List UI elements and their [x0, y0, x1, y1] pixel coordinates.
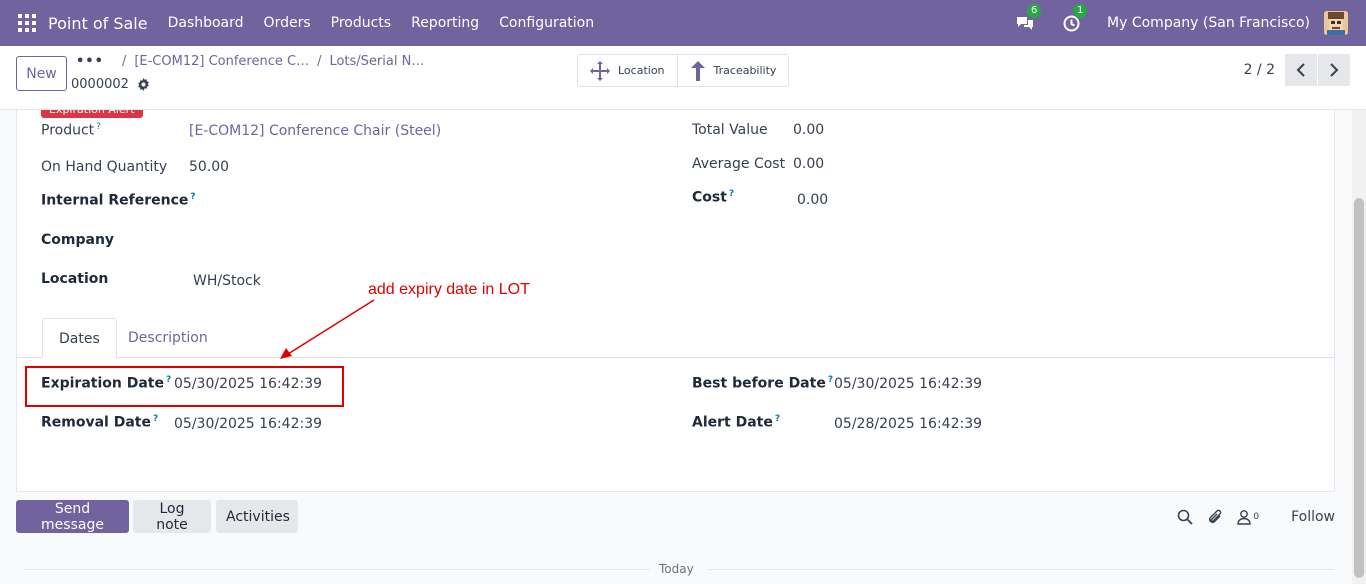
best-before-date-value[interactable]: 05/30/2025 16:42:39 [834, 376, 982, 392]
gear-icon[interactable] [137, 78, 150, 91]
arrows-move-icon [590, 60, 610, 81]
chevron-right-icon [1330, 63, 1339, 77]
alert-date-value[interactable]: 05/28/2025 16:42:39 [834, 416, 982, 432]
new-button[interactable]: New [16, 56, 67, 91]
location-value[interactable]: WH/Stock [193, 273, 261, 289]
product-value[interactable]: [E-COM12] Conference Chair (Steel) [189, 123, 441, 139]
company-switcher[interactable]: My Company (San Francisco) [1107, 15, 1310, 31]
pager-next-button[interactable] [1318, 54, 1350, 86]
apps-menu-icon[interactable] [18, 14, 36, 32]
help-icon[interactable]: ? [828, 375, 833, 385]
chatter-bar: Send message Log note Activities 0 Follo… [16, 500, 1335, 533]
send-message-button[interactable]: Send message [16, 500, 129, 533]
expiration-alert-ribbon: Expiration Alert [41, 110, 143, 118]
user-avatar[interactable] [1324, 11, 1348, 35]
record-title: 0000002 [71, 77, 150, 92]
total-value-label: Total Value [692, 122, 768, 138]
search-icon[interactable] [1177, 509, 1193, 525]
traceability-label: Traceability [713, 64, 777, 77]
alert-date-label: Alert Date? [692, 414, 781, 431]
average-cost-label: Average Cost [692, 156, 786, 172]
app-title[interactable]: Point of Sale [48, 14, 148, 33]
best-before-date-label: Best before Date? [692, 375, 834, 392]
breadcrumb-separator: / [121, 54, 127, 69]
location-label: Location [41, 271, 109, 287]
chatter-tools: 0 Follow [1177, 500, 1335, 533]
help-icon[interactable]: ? [96, 122, 101, 132]
annotation-arrow-icon [280, 299, 375, 359]
avatar-icon [1324, 11, 1348, 35]
followers-count: 0 [1253, 511, 1260, 522]
location-smart-button[interactable]: Location [578, 55, 677, 86]
on-hand-label: On Hand Quantity [41, 159, 168, 175]
help-icon[interactable]: ? [190, 192, 195, 202]
page-scrollbar[interactable] [1352, 110, 1366, 584]
location-label: Location [618, 64, 665, 77]
tab-description[interactable]: Description [112, 318, 224, 358]
average-cost-value: 0.00 [793, 156, 825, 172]
menu-orders[interactable]: Orders [264, 15, 311, 31]
form-sheet: Expiration Alert Product? [E-COM12] Conf… [16, 110, 1335, 492]
cost-label: Cost? [692, 189, 735, 206]
messages-button[interactable]: 6 [1015, 4, 1042, 33]
cost-value[interactable]: 0.00 [797, 192, 828, 208]
chevron-left-icon [1296, 63, 1305, 77]
help-icon[interactable]: ? [153, 414, 158, 424]
control-panel: New ••• / [E-COM12] Conference C… / Lots… [0, 46, 1366, 110]
arrow-up-icon [690, 60, 705, 81]
breadcrumb-lots-link[interactable]: Lots/Serial N… [329, 54, 424, 69]
help-icon[interactable]: ? [729, 189, 734, 199]
pager-previous-button[interactable] [1285, 54, 1317, 86]
activities-button[interactable]: 1 [1061, 4, 1088, 33]
top-navbar: Point of Sale Dashboard Orders Products … [0, 0, 1366, 46]
today-divider: Today [24, 560, 1334, 580]
traceability-smart-button[interactable]: Traceability [676, 55, 789, 86]
scrollbar-thumb[interactable] [1354, 198, 1364, 578]
menu-configuration[interactable]: Configuration [499, 15, 594, 31]
help-icon[interactable]: ? [775, 414, 780, 424]
notebook-tabs: Dates Description [17, 318, 1334, 358]
messages-badge: 6 [1027, 4, 1042, 18]
activities-badge: 1 [1073, 4, 1088, 18]
log-note-button[interactable]: Log note [133, 500, 211, 533]
pager: 2 / 2 [1244, 54, 1350, 86]
company-label: Company [41, 232, 115, 248]
activities-button[interactable]: Activities [216, 500, 298, 533]
menu-reporting[interactable]: Reporting [411, 15, 479, 31]
breadcrumb-separator: / [317, 54, 322, 69]
removal-date-value[interactable]: 05/30/2025 16:42:39 [174, 416, 322, 432]
divider-line [24, 569, 650, 570]
followers-button[interactable]: 0 [1237, 509, 1259, 525]
pager-value[interactable]: 2 / 2 [1244, 62, 1275, 78]
paperclip-icon[interactable] [1207, 509, 1223, 525]
annotation-highlight-box [25, 366, 344, 407]
product-label: Product? [41, 122, 101, 139]
removal-date-label: Removal Date? [41, 414, 159, 431]
user-icon [1237, 509, 1252, 525]
menu-dashboard[interactable]: Dashboard [168, 15, 244, 31]
follow-button[interactable]: Follow [1291, 509, 1335, 525]
internal-reference-label: Internal Reference? [41, 192, 196, 209]
total-value-value: 0.00 [793, 122, 825, 138]
record-name: 0000002 [71, 77, 129, 92]
menu-products[interactable]: Products [331, 15, 391, 31]
on-hand-value: 50.00 [189, 159, 230, 175]
breadcrumb-collapsed[interactable]: ••• [76, 54, 104, 69]
divider-line [708, 569, 1334, 570]
smart-buttons: Location Traceability [577, 54, 790, 87]
tab-dates[interactable]: Dates [42, 318, 117, 358]
annotation-text: add expiry date in LOT [368, 281, 530, 298]
today-label: Today [659, 562, 694, 576]
breadcrumb-product-link[interactable]: [E-COM12] Conference C… [134, 54, 309, 69]
breadcrumb: ••• / [E-COM12] Conference C… / Lots/Ser… [76, 54, 424, 69]
